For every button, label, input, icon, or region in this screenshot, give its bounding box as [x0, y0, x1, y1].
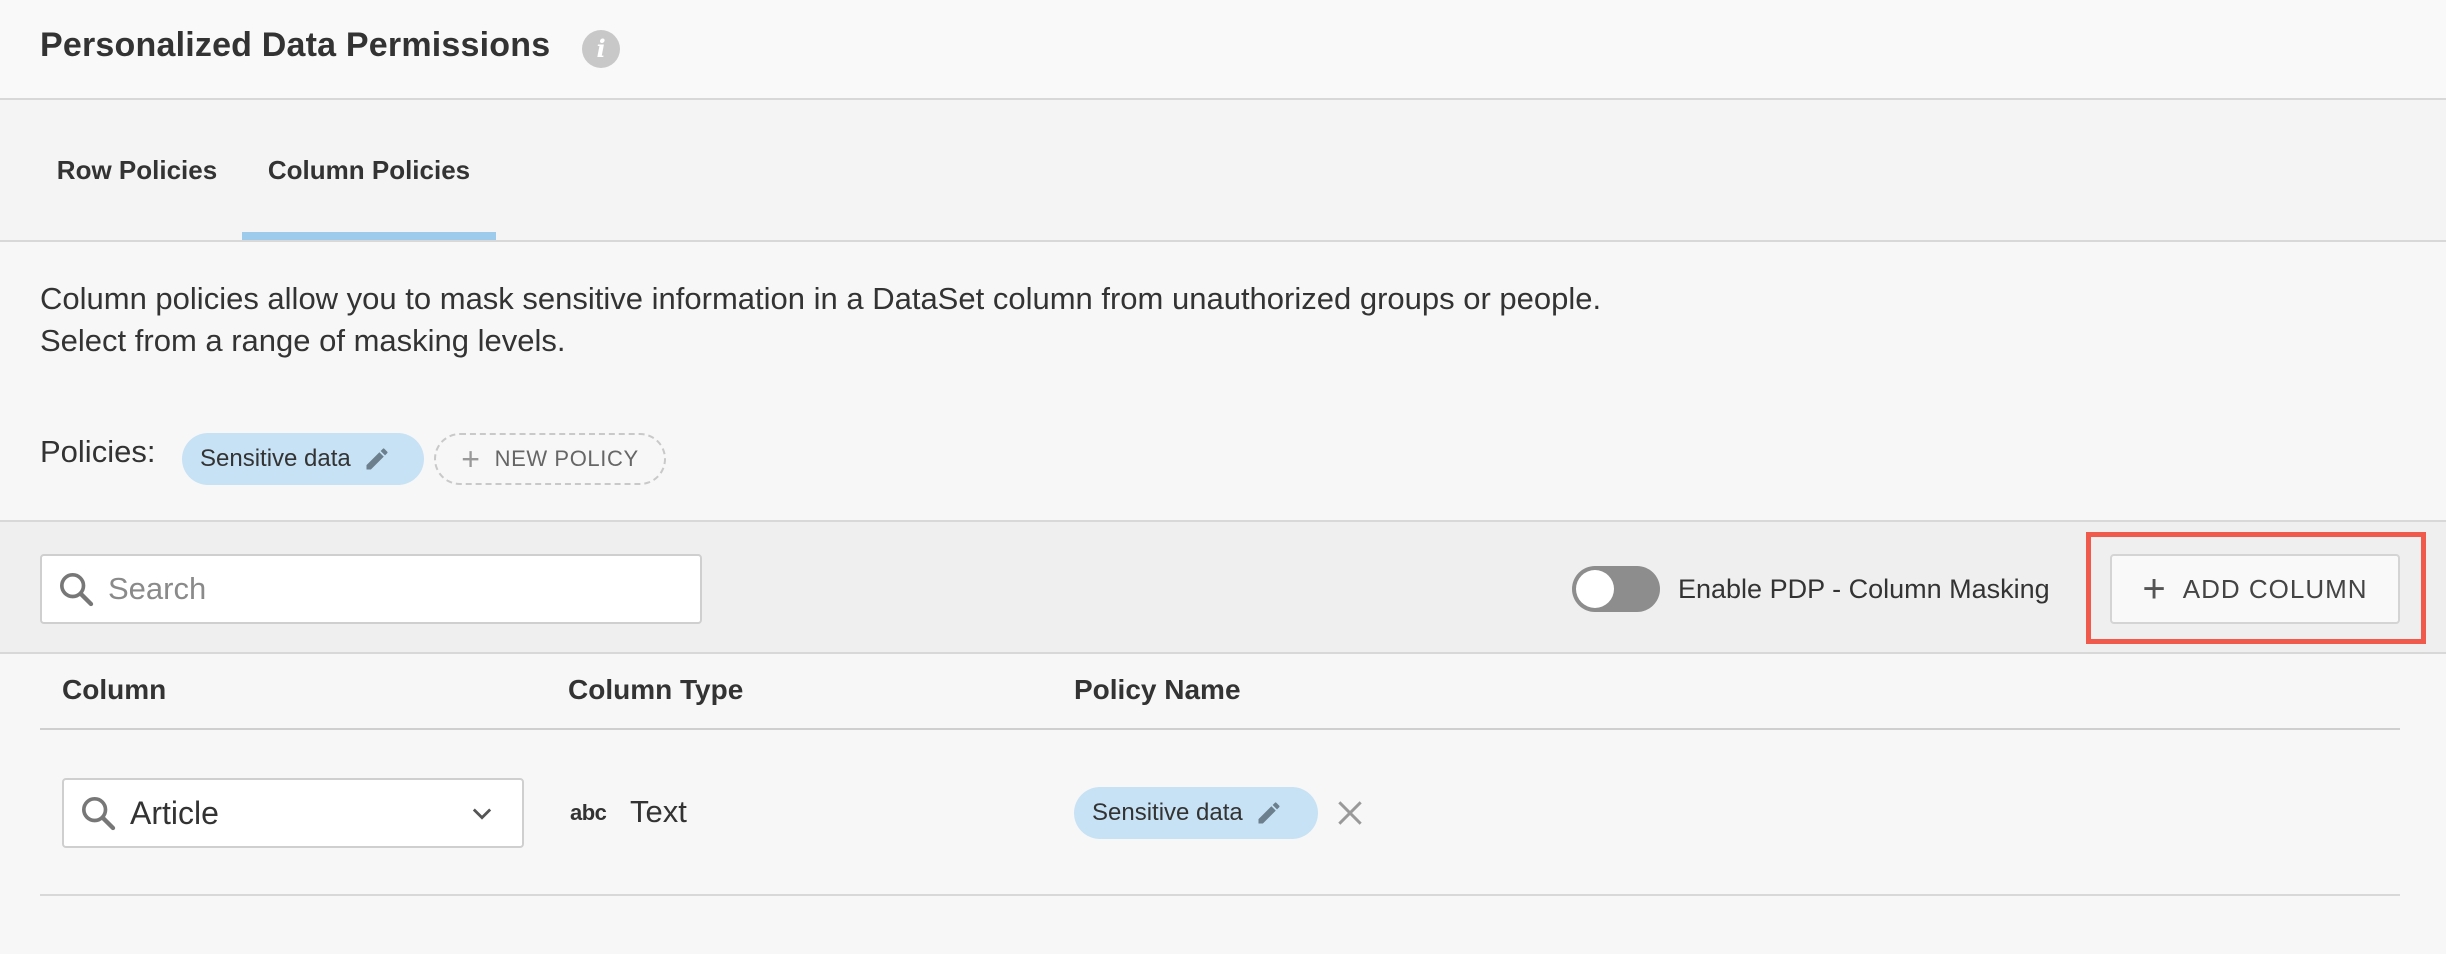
column-header-column: Column: [62, 674, 167, 705]
policy-chip-label: Sensitive data: [200, 445, 351, 472]
policy-tabs: Row Policies Column Policies: [0, 100, 2446, 242]
chevron-down-icon[interactable]: [468, 799, 496, 827]
page-header: Personalized Data Permissions i: [0, 0, 2446, 100]
add-column-button[interactable]: + ADD COLUMN: [2110, 554, 2400, 624]
close-icon[interactable]: [1334, 797, 1366, 829]
enable-masking-toggle[interactable]: [1572, 566, 1660, 612]
column-header-column-type: Column Type: [568, 674, 744, 705]
row-policy-chip[interactable]: Sensitive data: [1074, 787, 1318, 839]
plus-icon: +: [461, 440, 481, 477]
page-title: Personalized Data Permissions: [40, 26, 551, 64]
info-icon[interactable]: i: [582, 30, 620, 68]
tab-column-policies[interactable]: Column Policies: [242, 100, 496, 240]
pencil-icon[interactable]: [1255, 799, 1283, 827]
toggle-knob: [1576, 570, 1614, 608]
column-type-value: Text: [630, 794, 687, 829]
column-toolbar: Enable PDP - Column Masking + ADD COLUMN: [0, 520, 2446, 654]
add-column-label: ADD COLUMN: [2182, 573, 2368, 604]
search-input[interactable]: [108, 571, 668, 607]
active-tab-indicator: [242, 232, 496, 240]
policies-label: Policies:: [40, 434, 156, 469]
policy-chip-sensitive-data[interactable]: Sensitive data: [182, 433, 424, 485]
text-type-icon: abc: [570, 800, 607, 825]
new-policy-label: NEW POLICY: [494, 446, 639, 471]
table-row-divider: [40, 894, 2400, 896]
column-select-value: Article: [130, 794, 219, 831]
table-header-divider: [40, 728, 2400, 730]
new-policy-button[interactable]: + NEW POLICY: [434, 433, 666, 485]
pencil-icon[interactable]: [363, 445, 391, 473]
description: Column policies allow you to mask sensit…: [40, 278, 1601, 362]
search-icon: [82, 797, 116, 831]
tab-row-policies[interactable]: Row Policies: [32, 100, 242, 240]
plus-icon: +: [2142, 566, 2167, 611]
toggle-label: Enable PDP - Column Masking: [1678, 574, 2050, 604]
description-line-2: Select from a range of masking levels.: [40, 323, 566, 358]
column-header-policy-name: Policy Name: [1074, 674, 1241, 705]
column-select[interactable]: Article: [62, 778, 524, 848]
row-policy-chip-label: Sensitive data: [1092, 799, 1243, 826]
search-icon: [60, 573, 94, 607]
description-line-1: Column policies allow you to mask sensit…: [40, 281, 1602, 316]
search-field[interactable]: [40, 554, 702, 624]
